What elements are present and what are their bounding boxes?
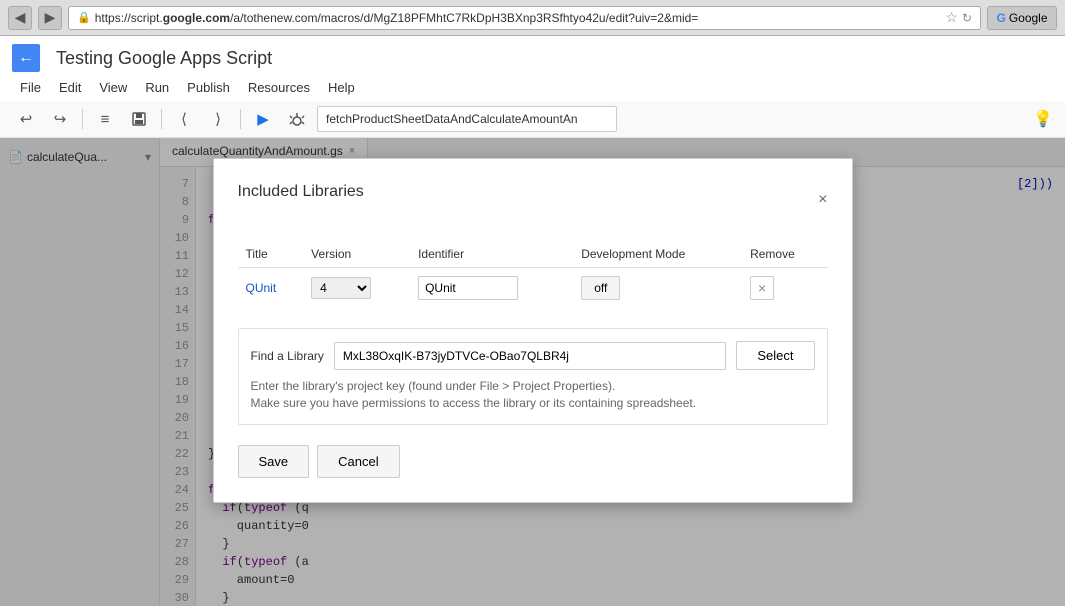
lock-icon: 🔒	[77, 11, 91, 24]
included-libraries-dialog: Included Libraries × Title Version Ident…	[213, 158, 853, 503]
version-select[interactable]: 4 3 2 1	[311, 277, 371, 299]
menu-file[interactable]: File	[12, 76, 49, 99]
app-back-button[interactable]: ←	[12, 44, 40, 72]
refresh-icon[interactable]: ↻	[962, 11, 972, 25]
google-search[interactable]: G Google	[987, 6, 1057, 30]
app-title: Testing Google Apps Script	[56, 48, 272, 69]
find-library-section: Find a Library Select Enter the library'…	[238, 328, 828, 425]
app-container: ← Testing Google Apps Script File Edit V…	[0, 36, 1065, 606]
separator-1	[82, 109, 83, 129]
dialog-overlay: Included Libraries × Title Version Ident…	[0, 138, 1065, 606]
address-bar[interactable]: 🔒 https://script.google.com/a/tothenew.c…	[68, 6, 981, 30]
main-area: 📄 calculateQua... ▾ calculateQuantityAnd…	[0, 138, 1065, 606]
qunit-link[interactable]: QUnit	[246, 281, 277, 295]
find-library-label: Find a Library	[251, 349, 324, 363]
forward-button[interactable]: ▶	[38, 6, 62, 30]
dev-mode-toggle[interactable]: off	[581, 276, 620, 300]
run-button[interactable]: ▶	[249, 105, 277, 133]
menu-help[interactable]: Help	[320, 76, 363, 99]
menu-bar: File Edit View Run Publish Resources Hel…	[0, 74, 1065, 101]
cancel-button[interactable]: Cancel	[317, 445, 399, 478]
col-version: Version	[303, 241, 410, 268]
library-row-qunit: QUnit 4 3 2 1	[238, 268, 828, 309]
star-icon[interactable]: ☆	[945, 9, 958, 26]
select-library-button[interactable]: Select	[736, 341, 814, 370]
col-remove: Remove	[742, 241, 827, 268]
save-button[interactable]	[125, 105, 153, 133]
col-title: Title	[238, 241, 304, 268]
col-identifier: Identifier	[410, 241, 573, 268]
library-table: Title Version Identifier Development Mod…	[238, 241, 828, 308]
identifier-input[interactable]	[418, 276, 518, 300]
function-name-display[interactable]: fetchProductSheetDataAndCalculateAmountA…	[317, 106, 617, 132]
browser-chrome: ◀ ▶ 🔒 https://script.google.com/a/tothen…	[0, 0, 1065, 36]
find-library-input[interactable]	[334, 342, 726, 370]
dialog-close-button[interactable]: ×	[818, 191, 827, 209]
bulb-icon: 💡	[1033, 109, 1053, 129]
debug-button[interactable]	[283, 105, 311, 133]
find-help-text: Enter the library's project key (found u…	[251, 378, 815, 412]
separator-2	[161, 109, 162, 129]
menu-run[interactable]: Run	[137, 76, 177, 99]
google-icon: G	[996, 11, 1005, 25]
dialog-title: Included Libraries	[238, 183, 364, 201]
remove-library-button[interactable]: ×	[750, 276, 774, 300]
menu-publish[interactable]: Publish	[179, 76, 238, 99]
history-forward-button[interactable]: ⟩	[204, 105, 232, 133]
format-button[interactable]: ≡	[91, 105, 119, 133]
toolbar: ↩ ↪ ≡ ⟨ ⟩ ▶ fetchProductS	[0, 101, 1065, 138]
save-button[interactable]: Save	[238, 445, 310, 478]
history-back-button[interactable]: ⟨	[170, 105, 198, 133]
find-library-row: Find a Library Select	[251, 341, 815, 370]
menu-edit[interactable]: Edit	[51, 76, 89, 99]
back-button[interactable]: ◀	[8, 6, 32, 30]
menu-view[interactable]: View	[91, 76, 135, 99]
col-devmode: Development Mode	[573, 241, 742, 268]
redo-button[interactable]: ↪	[46, 105, 74, 133]
menu-resources[interactable]: Resources	[240, 76, 318, 99]
dialog-buttons: Save Cancel	[238, 445, 828, 478]
url-text: https://script.google.com/a/tothenew.com…	[95, 11, 699, 25]
separator-3	[240, 109, 241, 129]
title-bar: ← Testing Google Apps Script	[0, 36, 1065, 74]
google-search-label: Google	[1009, 11, 1048, 25]
undo-button[interactable]: ↩	[12, 105, 40, 133]
